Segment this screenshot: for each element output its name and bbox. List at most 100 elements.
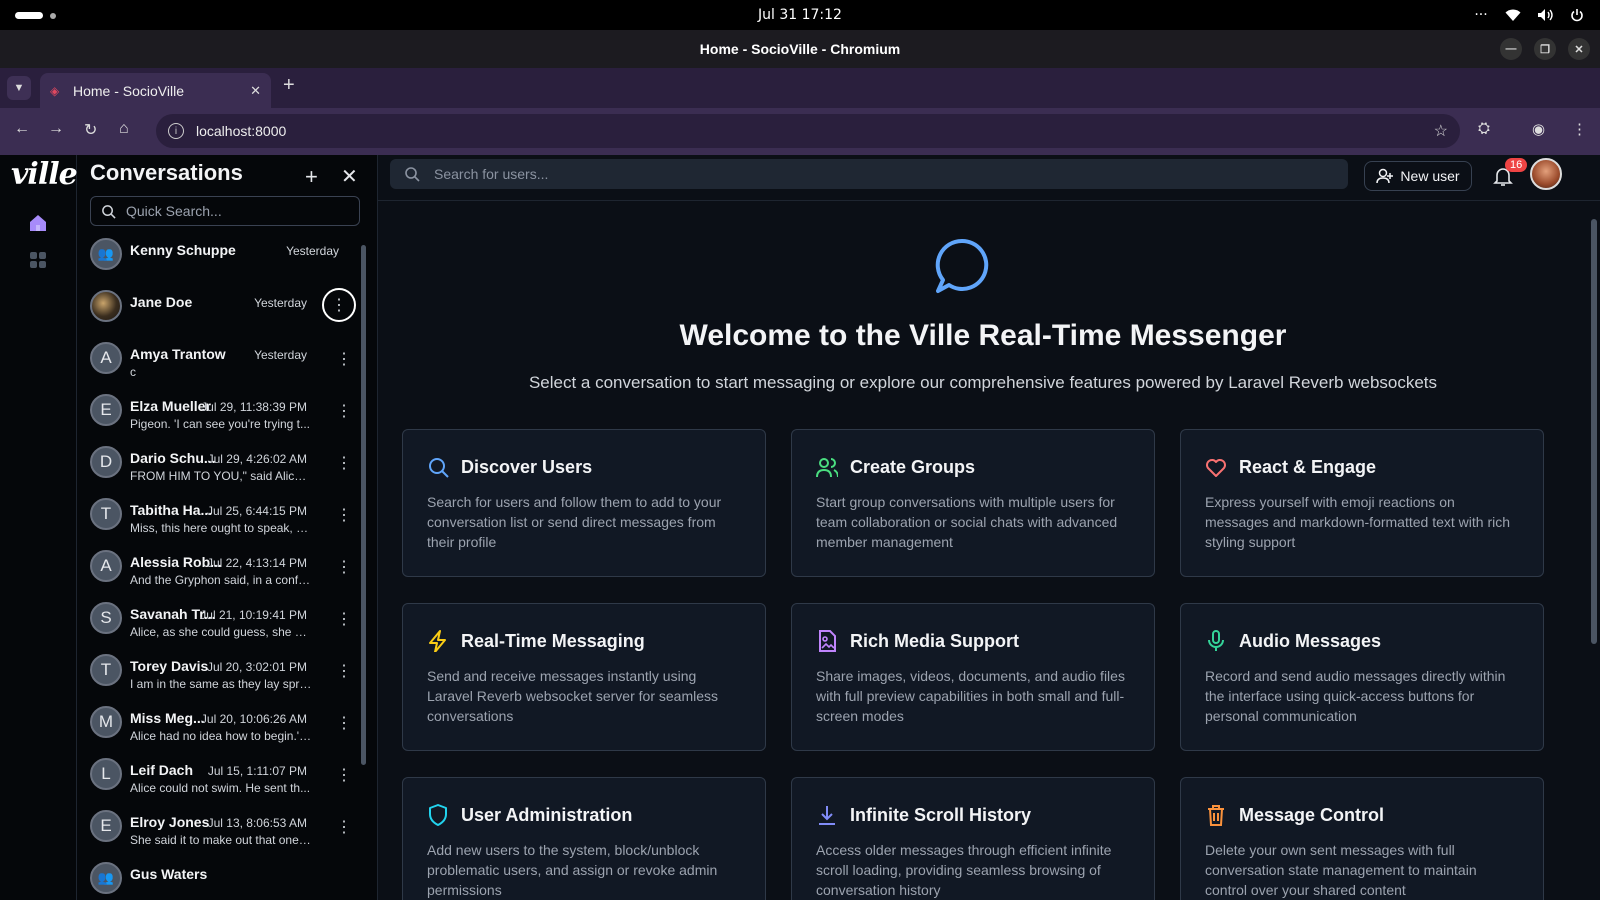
power-icon[interactable] xyxy=(1568,6,1586,24)
bookmark-star-icon[interactable]: ☆ xyxy=(1434,121,1448,141)
address-bar[interactable]: i localhost:8000 ☆ xyxy=(156,114,1460,148)
conversation-item[interactable]: E Elza Mueller Jul 29, 11:38:39 PM Pigeon. … xyxy=(77,388,367,440)
conversation-date: Jul 21, 10:19:41 PM xyxy=(200,608,307,622)
close-window-icon[interactable]: ✕ xyxy=(1568,38,1590,60)
conversation-item[interactable]: L Leif Dach Jul 15, 1:11:07 PM Alice could … xyxy=(77,752,367,804)
conversation-menu-icon[interactable]: ⋮ xyxy=(329,760,359,790)
notification-count-badge: 16 xyxy=(1505,158,1528,172)
tab-search-chevron-icon[interactable]: ▼ xyxy=(7,76,31,100)
conversation-scrollbar[interactable] xyxy=(360,235,367,900)
system-top-bar: Jul 31 17:12 ··· xyxy=(0,0,1600,30)
user-avatar[interactable] xyxy=(1530,158,1562,190)
site-info-icon[interactable]: i xyxy=(168,123,184,139)
feature-title: Message Control xyxy=(1239,804,1385,825)
feature-title: Create Groups xyxy=(850,456,976,477)
volume-icon[interactable] xyxy=(1536,6,1554,24)
forward-icon[interactable]: → xyxy=(48,120,64,138)
main-scrollbar[interactable] xyxy=(1588,201,1600,900)
conversation-item[interactable]: Jane Doe Yesterday ⋮ xyxy=(77,284,367,336)
close-panel-icon[interactable]: ✕ xyxy=(341,164,358,189)
welcome-content: Welcome to the Ville Real-Time Messenger… xyxy=(378,201,1588,900)
welcome-title: Welcome to the Ville Real-Time Messenger xyxy=(679,319,1287,352)
feature-description: Record and send audio messages directly … xyxy=(1205,668,1506,724)
conversation-item[interactable]: T Tabitha Ha... Jul 25, 6:44:15 PM Miss, th… xyxy=(77,492,367,544)
heart-icon xyxy=(1206,459,1226,477)
home-icon[interactable]: ⌂ xyxy=(119,120,129,138)
conversation-item[interactable]: S Savanah Tr... Jul 21, 10:19:41 PM Alice, … xyxy=(77,596,367,648)
main-area: New user 16 Welcome to the Ville Real-Ti… xyxy=(378,155,1600,900)
minimize-icon[interactable]: — xyxy=(1500,38,1522,60)
conversation-item[interactable]: A Amya Trantow Yesterday c ⋮ xyxy=(77,336,367,388)
feature-card-header: Audio Messages xyxy=(1205,630,1519,652)
conversation-menu-icon[interactable]: ⋮ xyxy=(322,288,356,322)
avatar: D xyxy=(90,446,122,478)
feature-card: Discover Users Search for users and follo… xyxy=(402,429,766,577)
conversation-item[interactable]: A Alessia Rob... Jul 22, 4:13:14 PM And the… xyxy=(77,544,367,596)
conversation-preview: She said it to make out that one ... xyxy=(130,833,312,847)
download-icon xyxy=(819,806,835,825)
conversation-menu-icon[interactable]: ⋮ xyxy=(329,708,359,738)
new-conversation-plus-icon[interactable]: + xyxy=(305,164,318,190)
feature-card: Infinite Scroll History Access older mess… xyxy=(791,777,1155,900)
conversation-item[interactable]: E Elroy Jones Jul 13, 8:06:53 AM She said i… xyxy=(77,804,367,856)
extensions-icon[interactable]: ⛭ xyxy=(1478,120,1490,137)
conversation-menu-icon[interactable]: ⋮ xyxy=(329,448,359,478)
feature-card-header: User Administration xyxy=(427,804,741,826)
conversation-menu-icon[interactable]: ⋮ xyxy=(329,552,359,582)
reload-icon[interactable]: ↻ xyxy=(84,120,97,140)
group-avatar-icon: 👥 xyxy=(90,238,122,270)
back-icon[interactable]: ← xyxy=(14,120,30,138)
ville-logo[interactable]: ville xyxy=(11,157,78,192)
feature-title: Infinite Scroll History xyxy=(850,804,1032,825)
conversation-name: Leif Dach xyxy=(130,762,194,778)
system-clock[interactable]: Jul 31 17:12 xyxy=(758,7,842,23)
workspace-indicator xyxy=(50,13,56,19)
feature-card-header: Discover Users xyxy=(427,456,741,478)
apps-grid-icon[interactable] xyxy=(29,251,47,269)
feature-title: Real-Time Messaging xyxy=(461,630,645,651)
feature-title: Audio Messages xyxy=(1239,630,1382,651)
conversation-item[interactable]: T Torey Davis Jul 20, 3:02:01 PM I am in th… xyxy=(77,648,367,700)
feature-description: Delete your own sent messages with full … xyxy=(1205,842,1477,898)
user-search[interactable] xyxy=(390,159,1348,189)
conversation-menu-icon[interactable]: ⋮ xyxy=(329,656,359,686)
conversation-menu-icon[interactable]: ⋮ xyxy=(329,396,359,426)
user-search-input[interactable] xyxy=(434,166,1314,182)
laravel-favicon-icon: ◈ xyxy=(50,83,60,98)
conversation-menu-icon[interactable]: ⋮ xyxy=(329,604,359,634)
home-nav-icon[interactable] xyxy=(28,213,48,233)
avatar: A xyxy=(90,550,122,582)
conversation-menu-icon[interactable]: ⋮ xyxy=(329,344,359,374)
conversation-date: Jul 15, 1:11:07 PM xyxy=(207,764,307,778)
conversation-preview: Alice, as she could guess, she wa... xyxy=(130,625,312,639)
feature-title: Rich Media Support xyxy=(850,630,1020,651)
conversation-item[interactable]: 👥 Gus Waters xyxy=(77,856,367,900)
conversation-preview: And the Gryphon said, in a confu... xyxy=(130,573,312,587)
conversation-item[interactable]: D Dario Schu... Jul 29, 4:26:02 AM FROM HIM… xyxy=(77,440,367,492)
conversation-item[interactable]: M Miss Meg... Jul 20, 10:06:26 AM Alice had… xyxy=(77,700,367,752)
activities-indicator[interactable] xyxy=(15,12,43,19)
new-tab-icon[interactable]: + xyxy=(283,74,295,97)
quick-search-input[interactable] xyxy=(126,203,346,219)
feature-description: Start group conversations with multiple … xyxy=(816,494,1118,550)
microphone-icon xyxy=(1208,630,1224,651)
chat-bubble-icon xyxy=(935,238,989,293)
new-user-button[interactable]: New user xyxy=(1364,161,1472,191)
more-icon[interactable]: ··· xyxy=(1472,6,1490,24)
quick-search[interactable] xyxy=(90,196,360,226)
browser-toolbar: ← → ↻ ⌂ i localhost:8000 ☆ ⛭ ◉ ⋮ xyxy=(0,108,1600,155)
maximize-icon[interactable]: ❐ xyxy=(1534,38,1556,60)
feature-card-header: Message Control xyxy=(1205,804,1519,826)
browser-tab-active[interactable]: ◈ Home - SocioVille ✕ xyxy=(40,73,271,108)
conversation-name: Amya Trantow xyxy=(130,346,226,362)
conversation-menu-icon[interactable]: ⋮ xyxy=(329,812,359,842)
conversation-item[interactable]: 👥 Kenny Schuppe Yesterday xyxy=(77,232,367,284)
browser-menu-icon[interactable]: ⋮ xyxy=(1572,120,1587,138)
conversations-panel: Conversations + ✕ 👥 Kenny Schuppe Yesterda… xyxy=(77,155,378,900)
conversation-menu-icon[interactable]: ⋮ xyxy=(329,500,359,530)
wifi-icon[interactable] xyxy=(1504,6,1522,24)
profile-icon[interactable]: ◉ xyxy=(1532,120,1545,138)
tab-close-icon[interactable]: ✕ xyxy=(250,83,261,99)
feature-card-header: Create Groups xyxy=(816,456,1130,478)
group-avatar-icon: 👥 xyxy=(90,862,122,894)
